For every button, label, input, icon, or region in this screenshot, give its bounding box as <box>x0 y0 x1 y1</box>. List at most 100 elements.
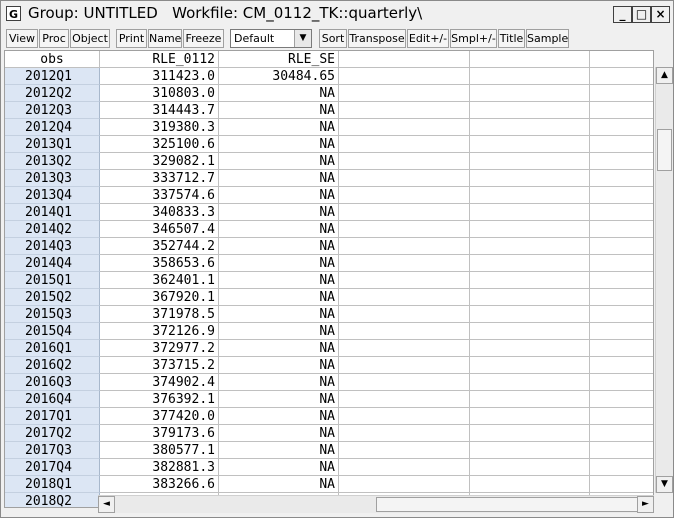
cell-rle-0112[interactable]: 377420.0 <box>100 408 219 425</box>
empty-cell[interactable] <box>339 476 470 493</box>
smpl-toggle-button[interactable]: Smpl+/- <box>450 29 497 48</box>
empty-cell[interactable] <box>470 85 590 102</box>
row-label[interactable]: 2015Q2 <box>5 289 100 306</box>
sample-button[interactable]: Sample <box>526 29 569 48</box>
cell-rle-0112[interactable]: 371978.5 <box>100 306 219 323</box>
cell-rle-0112[interactable]: 380577.1 <box>100 442 219 459</box>
empty-cell[interactable] <box>470 391 590 408</box>
cell-rle-0112[interactable]: 358653.6 <box>100 255 219 272</box>
cell-rle-0112[interactable]: 329082.1 <box>100 153 219 170</box>
empty-cell[interactable] <box>339 221 470 238</box>
row-label[interactable]: 2018Q2 <box>5 493 100 507</box>
scroll-left-icon[interactable]: ◄ <box>98 496 115 513</box>
empty-cell[interactable] <box>590 340 653 357</box>
empty-cell[interactable] <box>470 153 590 170</box>
maximize-button[interactable]: □ <box>632 6 651 23</box>
empty-cell[interactable] <box>470 102 590 119</box>
cell-rle-0112[interactable]: 337574.6 <box>100 187 219 204</box>
empty-cell[interactable] <box>339 442 470 459</box>
cell-rle-se[interactable]: NA <box>219 391 339 408</box>
cell-rle-se[interactable]: NA <box>219 136 339 153</box>
empty-cell[interactable] <box>470 68 590 85</box>
cell-rle-se[interactable]: NA <box>219 187 339 204</box>
cell-rle-se[interactable]: NA <box>219 306 339 323</box>
vertical-scroll-thumb[interactable] <box>657 129 672 171</box>
row-label[interactable]: 2013Q4 <box>5 187 100 204</box>
empty-cell[interactable] <box>339 272 470 289</box>
cell-rle-se[interactable]: NA <box>219 408 339 425</box>
empty-cell[interactable] <box>590 391 653 408</box>
row-label[interactable]: 2012Q3 <box>5 102 100 119</box>
cell-rle-se[interactable]: NA <box>219 272 339 289</box>
empty-cell[interactable] <box>470 357 590 374</box>
cell-rle-0112[interactable]: 383266.6 <box>100 476 219 493</box>
empty-cell[interactable] <box>590 136 653 153</box>
row-label[interactable]: 2016Q4 <box>5 391 100 408</box>
cell-rle-se[interactable]: NA <box>219 85 339 102</box>
empty-cell[interactable] <box>339 187 470 204</box>
empty-cell[interactable] <box>339 340 470 357</box>
cell-rle-se[interactable]: NA <box>219 442 339 459</box>
horizontal-scroll-thumb[interactable] <box>376 497 646 512</box>
cell-rle-se[interactable]: NA <box>219 238 339 255</box>
cell-rle-se[interactable]: NA <box>219 289 339 306</box>
empty-cell[interactable] <box>470 170 590 187</box>
cell-rle-se[interactable]: NA <box>219 255 339 272</box>
title-bar[interactable]: G Group: UNTITLED Workfile: CM_0112_TK::… <box>1 1 673 27</box>
empty-cell[interactable] <box>339 459 470 476</box>
cell-rle-0112[interactable]: 372126.9 <box>100 323 219 340</box>
row-label[interactable]: 2015Q1 <box>5 272 100 289</box>
row-label[interactable]: 2014Q2 <box>5 221 100 238</box>
edit-toggle-button[interactable]: Edit+/- <box>407 29 449 48</box>
empty-cell[interactable] <box>590 272 653 289</box>
empty-cell[interactable] <box>339 102 470 119</box>
row-label[interactable]: 2016Q1 <box>5 340 100 357</box>
empty-cell[interactable] <box>339 408 470 425</box>
row-label[interactable]: 2015Q3 <box>5 306 100 323</box>
empty-cell[interactable] <box>470 204 590 221</box>
row-label[interactable]: 2017Q2 <box>5 425 100 442</box>
sort-button[interactable]: Sort <box>319 29 347 48</box>
empty-cell[interactable] <box>470 459 590 476</box>
empty-cell[interactable] <box>339 68 470 85</box>
row-label[interactable]: 2014Q1 <box>5 204 100 221</box>
print-button[interactable]: Print <box>116 29 147 48</box>
cell-rle-0112[interactable]: 374902.4 <box>100 374 219 391</box>
empty-cell[interactable] <box>590 221 653 238</box>
empty-cell[interactable] <box>590 442 653 459</box>
header-rle-se[interactable]: RLE_SE <box>219 51 339 68</box>
cell-rle-se[interactable]: NA <box>219 357 339 374</box>
empty-cell[interactable] <box>590 102 653 119</box>
cell-rle-0112[interactable]: 333712.7 <box>100 170 219 187</box>
row-label[interactable]: 2012Q1 <box>5 68 100 85</box>
cell-rle-se[interactable]: NA <box>219 119 339 136</box>
cell-rle-0112[interactable]: 325100.6 <box>100 136 219 153</box>
row-label[interactable]: 2017Q1 <box>5 408 100 425</box>
horizontal-scrollbar[interactable]: ◄ ► <box>98 495 654 513</box>
empty-cell[interactable] <box>470 476 590 493</box>
empty-cell[interactable] <box>470 408 590 425</box>
row-label[interactable]: 2013Q3 <box>5 170 100 187</box>
close-button[interactable]: × <box>651 6 670 23</box>
empty-cell[interactable] <box>339 391 470 408</box>
empty-cell[interactable] <box>339 204 470 221</box>
empty-cell[interactable] <box>590 425 653 442</box>
empty-cell[interactable] <box>339 119 470 136</box>
empty-cell[interactable] <box>339 238 470 255</box>
empty-cell[interactable] <box>339 374 470 391</box>
name-button[interactable]: Name <box>148 29 182 48</box>
empty-cell[interactable] <box>590 85 653 102</box>
minimize-button[interactable]: _ <box>613 6 632 23</box>
cell-rle-0112[interactable]: 382881.3 <box>100 459 219 476</box>
cell-rle-se[interactable]: NA <box>219 459 339 476</box>
empty-cell[interactable] <box>470 323 590 340</box>
empty-cell[interactable] <box>470 306 590 323</box>
empty-cell[interactable] <box>470 289 590 306</box>
cell-rle-0112[interactable]: 352744.2 <box>100 238 219 255</box>
cell-rle-se[interactable]: NA <box>219 323 339 340</box>
header-obs[interactable]: obs <box>5 51 100 68</box>
empty-cell[interactable] <box>590 187 653 204</box>
empty-cell[interactable] <box>470 136 590 153</box>
cell-rle-se[interactable]: NA <box>219 221 339 238</box>
cell-rle-se[interactable]: NA <box>219 374 339 391</box>
